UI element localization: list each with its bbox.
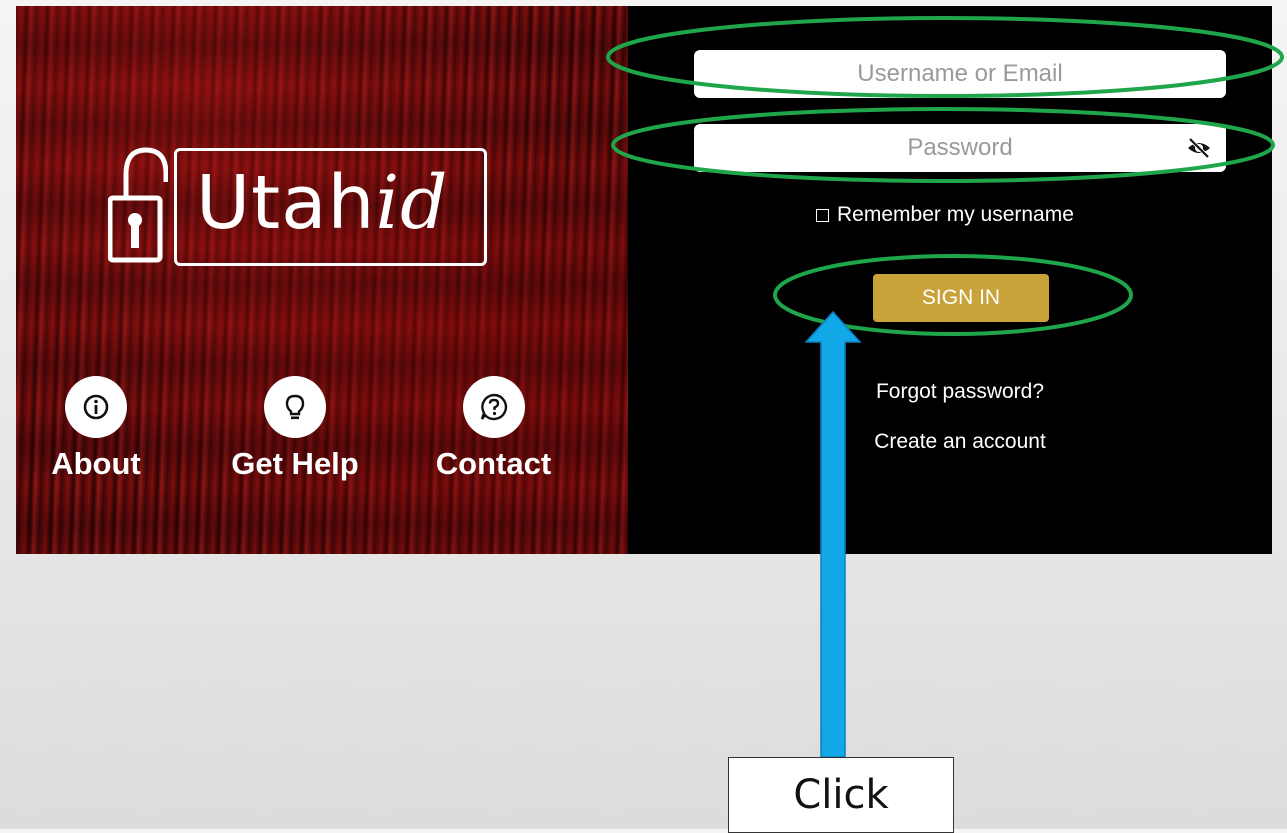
password-input[interactable] bbox=[694, 124, 1226, 172]
lock-icon bbox=[108, 147, 168, 263]
nav-get-help[interactable]: Get Help bbox=[220, 376, 370, 482]
utahid-logo: Utahid bbox=[108, 146, 493, 266]
question-bubble-icon bbox=[462, 376, 525, 438]
nav-get-help-label: Get Help bbox=[231, 446, 359, 481]
nav-about-label: About bbox=[51, 446, 141, 481]
click-callout-text: Click bbox=[793, 772, 889, 818]
nav-about[interactable]: About bbox=[44, 376, 148, 482]
logo-wordmark: Utahid bbox=[196, 160, 449, 246]
login-panel: Utahid About Get Help Contact Username o… bbox=[16, 6, 1272, 554]
create-account-link[interactable]: Create an account bbox=[760, 430, 1160, 454]
forgot-password-link[interactable]: Forgot password? bbox=[760, 380, 1160, 404]
eye-slash-icon[interactable] bbox=[1186, 137, 1212, 159]
sign-in-button[interactable]: SIGN IN bbox=[873, 274, 1049, 322]
info-icon bbox=[65, 376, 127, 438]
remember-username[interactable]: Remember my username bbox=[816, 203, 1074, 227]
nav-contact[interactable]: Contact bbox=[426, 376, 561, 482]
nav-contact-label: Contact bbox=[435, 446, 552, 481]
remember-checkbox[interactable] bbox=[816, 208, 829, 222]
remember-label: Remember my username bbox=[837, 203, 1074, 226]
click-callout: Click bbox=[728, 757, 954, 833]
username-input[interactable] bbox=[694, 50, 1226, 98]
lightbulb-icon bbox=[264, 376, 326, 438]
